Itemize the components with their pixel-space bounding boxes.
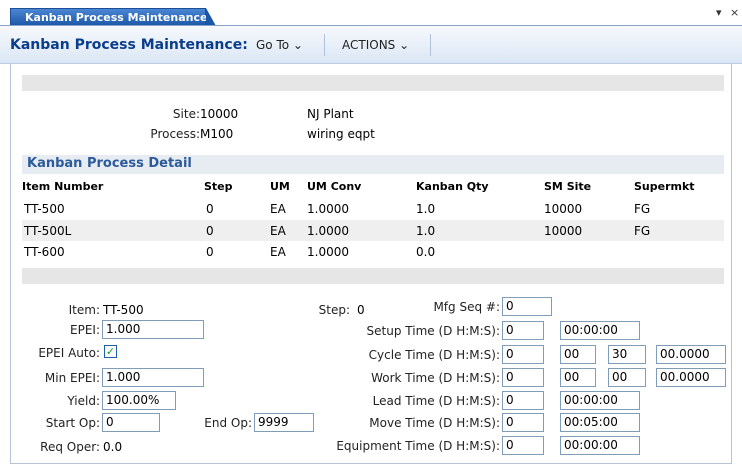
lead-time-label: Lead Time (D H:M:S): — [372, 394, 500, 408]
epei-field[interactable]: 1.000 — [102, 320, 204, 339]
mfg-seq-field[interactable]: 0 — [502, 297, 552, 316]
tab-edge — [206, 8, 216, 26]
equipment-time-label: Equipment Time (D H:M:S): — [336, 439, 500, 453]
req-oper-value: 0.0 — [103, 440, 123, 454]
step-label: Step: — [318, 303, 350, 317]
cell-kanban-qty: 1.0 — [416, 202, 436, 216]
cell-step: 0 — [206, 202, 214, 216]
cycle-time-seconds-field[interactable]: 00.0000 — [656, 345, 726, 364]
work-time-hours-field[interactable]: 00 — [560, 368, 596, 387]
column-header-um-conv[interactable]: UM Conv — [307, 180, 361, 193]
tab-strip: Kanban Process Maintenance ▾ × — [0, 0, 742, 26]
move-time-days-field[interactable]: 0 — [502, 413, 544, 432]
item-label: Item: — [68, 303, 100, 317]
equipment-time-hms-field[interactable]: 00:00:00 — [560, 436, 640, 455]
cell-item-number: TT-600 — [24, 245, 65, 259]
epei-auto-checkbox[interactable]: ✓ — [104, 345, 117, 358]
lead-time-days-field[interactable]: 0 — [502, 391, 544, 410]
cell-um: EA — [270, 202, 286, 216]
process-value: M100 — [200, 127, 234, 141]
cell-um: EA — [270, 224, 286, 238]
work-time-label: Work Time (D H:M:S): — [371, 371, 500, 385]
cell-sm-site: 10000 — [544, 224, 583, 238]
epei-label: EPEI: — [70, 323, 100, 337]
cell-step: 0 — [206, 224, 214, 238]
min-epei-field[interactable]: 1.000 — [102, 368, 204, 387]
goto-menu[interactable]: Go To ⌄ — [256, 38, 303, 52]
cell-um-conv: 1.0000 — [307, 224, 349, 238]
cycle-time-hours-field[interactable]: 00 — [560, 345, 596, 364]
site-description: NJ Plant — [307, 107, 354, 121]
cell-sm-site: 10000 — [544, 202, 583, 216]
column-header-sm-site[interactable]: SM Site — [544, 180, 591, 193]
yield-label: Yield: — [67, 394, 100, 408]
step-value: 0 — [357, 303, 365, 317]
cell-um-conv: 1.0000 — [307, 245, 349, 259]
actions-menu[interactable]: ACTIONS ⌄ — [342, 38, 409, 52]
section-header-kanban-process-detail: Kanban Process Detail — [22, 155, 724, 174]
cycle-time-minutes-field[interactable]: 30 — [608, 345, 646, 364]
cell-item-number: TT-500 — [24, 202, 65, 216]
tab-kanban-process-maintenance[interactable]: Kanban Process Maintenance — [10, 8, 207, 26]
cell-step: 0 — [206, 245, 214, 259]
work-time-seconds-field[interactable]: 00.0000 — [656, 368, 726, 387]
column-header-step[interactable]: Step — [204, 180, 233, 193]
setup-time-hms-field[interactable]: 00:00:00 — [560, 321, 640, 340]
mfg-seq-label: Mfg Seq #: — [433, 300, 500, 314]
yield-field[interactable]: 100.00% — [102, 391, 176, 410]
menu-separator — [324, 34, 325, 56]
cell-supermkt: FG — [634, 224, 651, 238]
cell-kanban-qty: 1.0 — [416, 224, 436, 238]
table-row[interactable] — [22, 241, 724, 262]
cycle-time-label: Cycle Time (D H:M:S): — [368, 348, 500, 362]
page-title: Kanban Process Maintenance: — [10, 37, 248, 53]
setup-time-days-field[interactable]: 0 — [502, 321, 544, 340]
cycle-time-days-field[interactable]: 0 — [502, 345, 544, 364]
setup-time-label: Setup Time (D H:M:S): — [366, 324, 500, 338]
start-op-field[interactable]: 0 — [102, 413, 160, 432]
close-icon[interactable]: × — [730, 6, 739, 19]
column-header-item-number[interactable]: Item Number — [22, 180, 103, 193]
process-description: wiring eqpt — [307, 127, 375, 141]
cell-kanban-qty: 0.0 — [416, 245, 436, 259]
dropdown-icon[interactable]: ▾ — [716, 6, 722, 19]
min-epei-label: Min EPEI: — [44, 371, 100, 385]
column-header-um[interactable]: UM — [270, 180, 290, 193]
cell-supermkt: FG — [634, 202, 651, 216]
table-row[interactable] — [22, 198, 724, 219]
start-op-label: Start Op: — [45, 416, 100, 430]
cell-um-conv: 1.0000 — [307, 202, 349, 216]
site-value: 10000 — [200, 107, 239, 121]
epei-auto-label: EPEI Auto: — [38, 346, 100, 360]
move-time-label: Move Time (D H:M:S): — [369, 416, 500, 430]
header-band — [22, 75, 724, 91]
table-row[interactable] — [22, 220, 724, 241]
column-header-kanban-qty[interactable]: Kanban Qty — [416, 180, 489, 193]
menu-bar: Kanban Process Maintenance: Go To ⌄ ACTI… — [0, 26, 742, 64]
item-value: TT-500 — [103, 303, 144, 317]
menu-separator — [430, 34, 431, 56]
work-time-minutes-field[interactable]: 00 — [608, 368, 646, 387]
cell-item-number: TT-500L — [24, 224, 72, 238]
cell-um: EA — [270, 245, 286, 259]
equipment-time-days-field[interactable]: 0 — [502, 436, 544, 455]
column-header-supermkt[interactable]: Supermkt — [634, 180, 695, 193]
req-oper-label: Req Oper: — [40, 440, 100, 454]
lead-time-hms-field[interactable]: 00:00:00 — [560, 391, 640, 410]
move-time-hms-field[interactable]: 00:05:00 — [560, 413, 640, 432]
site-label: Site: — [172, 107, 200, 121]
process-label: Process: — [150, 127, 200, 141]
detail-band — [22, 268, 724, 284]
end-op-label: End Op: — [204, 416, 252, 430]
work-time-days-field[interactable]: 0 — [502, 368, 544, 387]
